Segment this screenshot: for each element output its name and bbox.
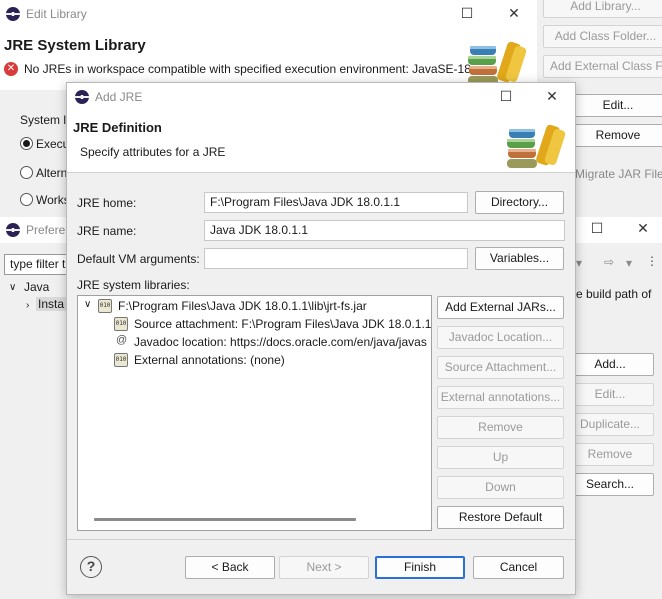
external-annotations-icon: 010 [114,353,128,367]
horizontal-scrollbar[interactable] [94,518,356,521]
library-tree-external-annotations[interactable]: External annotations: (none) [134,351,285,369]
chevron-down-icon: ∨ [9,282,17,293]
directory-button[interactable]: Directory... [475,191,564,214]
remove-button-bg[interactable]: Remove [572,124,662,147]
preferences-title: Prefere [26,223,66,237]
jre-home-input[interactable]: F:\Program Files\Java JDK 18.0.1.1 [204,192,468,213]
eclipse-icon [6,7,20,21]
build-path-text: e build path of [576,287,652,301]
next-button[interactable]: Next > [279,556,369,579]
libraries-label: JRE system libraries: [77,278,190,292]
external-annotations-button[interactable]: External annotations... [437,386,564,409]
close-icon[interactable]: ✕ [541,87,563,105]
edit-library-heading: JRE System Library [4,37,146,54]
radio-label-workspace: Works [36,193,70,207]
add-external-class-folder-button[interactable]: Add External Class Fo [543,55,662,78]
help-icon[interactable]: ? [80,556,102,578]
restore-default-button[interactable]: Restore Default [437,506,564,529]
edit-library-titlebar: Edit Library ☐ ✕ [0,0,537,28]
header-divider [67,172,575,173]
cancel-button[interactable]: Cancel [473,556,564,579]
jre-home-label: JRE home: [77,196,137,210]
down-button[interactable]: Down [437,476,564,499]
error-message: No JREs in workspace compatible with spe… [24,62,471,76]
radio-execution-environment[interactable] [20,137,33,150]
javadoc-location-button[interactable]: Javadoc Location... [437,326,564,349]
more-options-icon[interactable]: ⋮ [646,254,658,268]
variables-button[interactable]: Variables... [475,247,564,270]
add-jre-button-bg[interactable]: Add... [566,353,654,376]
chevron-down-icon[interactable]: ∨ [84,299,91,310]
error-icon: ✕ [4,62,18,76]
search-jre-button-bg[interactable]: Search... [566,473,654,496]
library-tree-javadoc-location[interactable]: Javadoc location: https://docs.oracle.co… [134,333,427,351]
jre-definition-subheading: Specify attributes for a JRE [80,145,226,159]
maximize-icon[interactable]: ☐ [456,4,478,22]
remove-library-button[interactable]: Remove [437,416,564,439]
tree-item-installed-jres[interactable]: Insta [36,297,67,311]
source-attachment-button[interactable]: Source Attachment... [437,356,564,379]
radio-alternate-jre[interactable] [20,166,33,179]
jre-name-input[interactable]: Java JDK 18.0.1.1 [204,220,565,241]
system-library-group-label: System l [20,113,67,127]
remove-jre-button-bg[interactable]: Remove [566,443,654,466]
maximize-icon[interactable]: ☐ [495,87,517,105]
edit-jre-button-bg[interactable]: Edit... [566,383,654,406]
jre-name-label: JRE name: [77,224,137,238]
back-button[interactable]: < Back [185,556,275,579]
close-icon[interactable]: ✕ [503,4,525,22]
add-jre-dialog: Add JRE ☐ ✕ JRE Definition Specify attri… [66,82,576,595]
chevron-right-icon: › [26,300,30,311]
vm-args-input[interactable] [204,248,468,269]
add-jre-titlebar: Add JRE ☐ ✕ [67,83,575,110]
eclipse-icon [6,223,20,237]
library-books-icon [466,38,528,86]
library-books-icon [505,121,567,169]
migrate-jar-file-button[interactable]: Migrate JAR File... [575,167,662,181]
radio-workspace-default[interactable] [20,193,33,206]
radio-label-execution: Execu [36,137,70,151]
add-external-jars-button[interactable]: Add External JARs... [437,296,564,319]
add-class-folder-button[interactable]: Add Class Folder... [543,25,662,48]
add-library-button[interactable]: Add Library... [543,0,662,18]
preferences-filter-input[interactable]: type filter t [4,254,70,275]
eclipse-icon [75,90,89,104]
chevron-down-icon[interactable]: ▾ [576,256,582,270]
library-tree-source-attachment[interactable]: Source attachment: F:\Program Files\Java… [134,315,431,333]
maximize-icon[interactable]: ☐ [586,219,608,237]
jar-file-icon: 010 [98,299,112,313]
edit-button-bg[interactable]: Edit... [572,94,662,117]
library-tree-root[interactable]: F:\Program Files\Java JDK 18.0.1.1\lib\j… [118,297,367,315]
jre-definition-heading: JRE Definition [73,120,162,135]
javadoc-icon: @ [116,334,128,346]
source-attachment-icon: 010 [114,317,128,331]
bottom-divider [67,539,575,540]
vm-args-label: Default VM arguments: [77,252,200,266]
chevron-down-icon[interactable]: ▾ [626,256,632,270]
preferences-toolbar: ▾ ⇨ ▾ ⋮ [576,254,662,272]
close-icon[interactable]: ✕ [632,219,654,237]
edit-library-title: Edit Library [26,7,87,21]
forward-arrow-icon[interactable]: ⇨ [604,255,614,269]
add-jre-title: Add JRE [95,90,143,104]
up-button[interactable]: Up [437,446,564,469]
finish-button[interactable]: Finish [375,556,465,579]
radio-label-alternate: Altern [36,166,68,180]
duplicate-jre-button-bg[interactable]: Duplicate... [566,413,654,436]
tree-item-java[interactable]: Java [24,280,49,294]
library-tree[interactable]: ∨ 010 F:\Program Files\Java JDK 18.0.1.1… [77,295,432,531]
